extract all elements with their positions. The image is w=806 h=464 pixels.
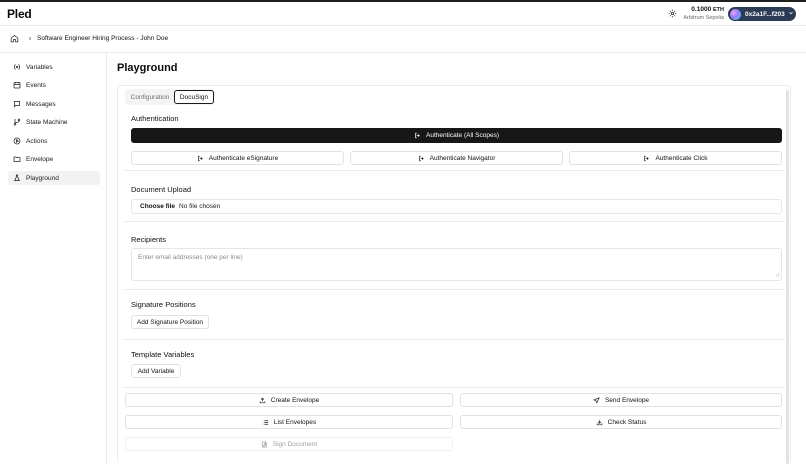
sign-document-button[interactable]: Sign Document: [125, 437, 453, 451]
sidebar-item-label: State Machine: [26, 118, 68, 126]
wallet-button[interactable]: 0x2a1F...f203: [728, 7, 796, 21]
authenticate-click-label: Authenticate Click: [655, 154, 708, 162]
file-input[interactable]: Choose file No file chosen: [131, 199, 782, 214]
chevron-right-icon: [27, 35, 33, 44]
document-upload-title: Document Upload: [131, 185, 192, 194]
sidebar: Variables Events Messages State Machine …: [0, 53, 107, 464]
balance-amount: 0.1000: [691, 6, 712, 13]
authenticate-navigator-button[interactable]: Authenticate Navigator: [350, 151, 563, 165]
variable-icon: [13, 63, 21, 71]
tab-list: Configuration DocuSign: [125, 89, 215, 105]
upload-icon: [259, 397, 266, 404]
calendar-icon: [13, 81, 21, 89]
sidebar-item-envelope[interactable]: Envelope: [8, 152, 100, 166]
sidebar-item-messages[interactable]: Messages: [8, 97, 100, 111]
sidebar-item-label: Messages: [26, 100, 56, 108]
list-envelopes-button[interactable]: List Envelopes: [125, 415, 453, 429]
wallet-balance: 0.1000 ETH Arbitrum Sepolia: [682, 6, 724, 22]
authenticate-navigator-label: Authenticate Navigator: [429, 154, 496, 162]
authentication-title: Authentication: [131, 114, 179, 123]
sidebar-item-label: Variables: [26, 63, 53, 71]
send-envelope-label: Send Envelope: [604, 396, 650, 404]
authenticate-all-label: Authenticate (All Scopes): [426, 132, 499, 139]
log-in-icon: [414, 132, 421, 139]
flask-icon: [13, 174, 21, 182]
log-in-icon: [197, 155, 204, 162]
template-variables-title: Template Variables: [131, 350, 195, 359]
git-branch-icon: [13, 118, 21, 126]
breadcrumb: Software Engineer Hiring Process - John …: [0, 27, 806, 53]
check-status-button[interactable]: Check Status: [460, 415, 782, 429]
signature-positions-section: [124, 291, 785, 340]
send-icon: [592, 396, 600, 404]
sidebar-item-state-machine[interactable]: State Machine: [8, 115, 100, 129]
recipients-textarea[interactable]: Enter email addresses (one per line): [131, 248, 782, 281]
authenticate-esignature-label: Authenticate eSignature: [208, 154, 279, 162]
create-envelope-button[interactable]: Create Envelope: [125, 393, 453, 407]
tab-configuration[interactable]: Configuration: [127, 90, 173, 104]
download-icon: [596, 419, 603, 426]
list-envelopes-label: List Envelopes: [273, 418, 317, 426]
balance-unit: ETH: [713, 7, 724, 13]
template-variables-section: [124, 341, 785, 388]
document-upload-section: [124, 172, 785, 222]
sidebar-item-events[interactable]: Events: [8, 78, 100, 92]
sidebar-item-actions[interactable]: Actions: [8, 134, 100, 148]
message-icon: [13, 100, 21, 108]
brand-logo[interactable]: Pled: [7, 7, 32, 21]
log-in-icon: [643, 155, 650, 162]
edit-document-icon: [261, 441, 268, 448]
create-envelope-label: Create Envelope: [270, 396, 320, 404]
page-title: Playground: [117, 62, 178, 74]
wallet-address: 0x2a1F...f203: [745, 10, 785, 18]
add-variable-button[interactable]: Add Variable: [131, 364, 181, 378]
scrollbar[interactable]: [786, 90, 789, 464]
sidebar-item-label: Envelope: [26, 155, 54, 163]
home-icon[interactable]: [10, 34, 19, 45]
settings-gear-icon[interactable]: [667, 8, 678, 19]
log-in-icon: [418, 155, 425, 162]
folder-icon: [13, 155, 21, 163]
authenticate-esignature-button[interactable]: Authenticate eSignature: [131, 151, 344, 165]
app-header: Pled 0.1000 ETH Arbitrum Sepolia 0x2a1F.…: [0, 2, 806, 26]
wallet-avatar: [730, 8, 741, 20]
send-envelope-button[interactable]: Send Envelope: [460, 393, 782, 407]
chevron-down-icon: [788, 10, 794, 18]
sign-document-label: Sign Document: [272, 440, 318, 448]
network-name: Arbitrum Sepolia: [683, 15, 724, 21]
sidebar-item-label: Events: [26, 81, 46, 89]
sidebar-item-label: Actions: [26, 137, 48, 145]
add-signature-position-button[interactable]: Add Signature Position: [131, 315, 209, 329]
signature-positions-title: Signature Positions: [131, 300, 196, 309]
authenticate-click-button[interactable]: Authenticate Click: [569, 151, 782, 165]
file-status: No file chosen: [179, 203, 221, 210]
tab-docusign[interactable]: DocuSign: [174, 90, 214, 104]
sidebar-item-label: Playground: [26, 174, 59, 182]
sidebar-item-playground[interactable]: Playground: [8, 171, 100, 185]
play-circle-icon: [13, 137, 21, 145]
check-status-label: Check Status: [607, 418, 647, 426]
resize-handle-icon[interactable]: [775, 272, 780, 279]
list-icon: [262, 419, 269, 426]
recipients-title: Recipients: [131, 235, 167, 244]
authenticate-all-button[interactable]: Authenticate (All Scopes): [131, 128, 782, 143]
breadcrumb-current[interactable]: Software Engineer Hiring Process - John …: [37, 35, 168, 42]
sidebar-item-variables[interactable]: Variables: [8, 60, 100, 74]
recipients-placeholder: Enter email addresses (one per line): [138, 254, 243, 261]
choose-file-button[interactable]: Choose file: [140, 203, 175, 210]
